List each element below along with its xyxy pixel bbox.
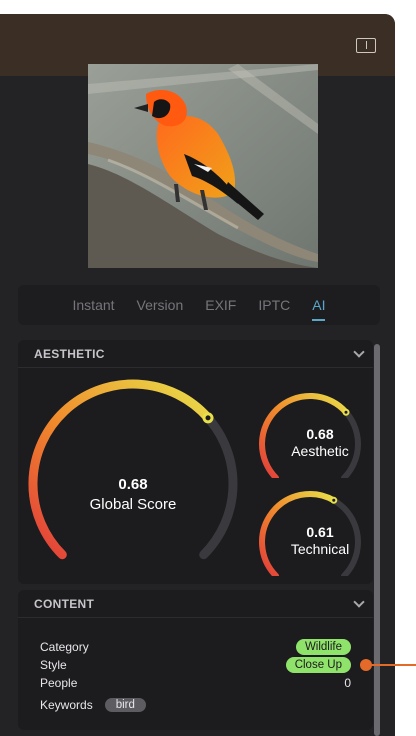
photo-preview xyxy=(88,64,318,268)
content-section: CONTENT Category Wildlife Style Close Up… xyxy=(18,590,373,730)
global-score-value: 0.68 xyxy=(118,476,147,493)
tab-exif[interactable]: EXIF xyxy=(205,297,236,313)
tab-version[interactable]: Version xyxy=(137,297,184,313)
aesthetic-label: Aesthetic xyxy=(291,443,349,459)
style-tag[interactable]: Close Up xyxy=(285,657,351,673)
style-row: Style Close Up xyxy=(40,656,351,674)
bird-photo-image xyxy=(88,64,318,268)
people-row: People 0 xyxy=(40,674,351,692)
people-label: People xyxy=(40,676,78,690)
keyword-pill[interactable]: bird xyxy=(104,698,146,712)
keywords-row: Keywords bird xyxy=(40,696,351,714)
aesthetic-gauge: 0.68 Aesthetic xyxy=(259,393,361,478)
tab-iptc[interactable]: IPTC xyxy=(258,297,290,313)
technical-knob xyxy=(330,496,338,504)
content-section-title: CONTENT xyxy=(34,596,95,611)
global-score-arc xyxy=(28,379,213,560)
aesthetic-section-header[interactable]: AESTHETIC xyxy=(18,340,373,368)
tab-instant[interactable]: Instant xyxy=(73,297,115,313)
style-label: Style xyxy=(40,658,67,672)
content-body: Category Wildlife Style Close Up People … xyxy=(18,618,373,714)
aesthetic-section: AESTHETIC 0.68 Global Score 0.68 Aesthet… xyxy=(18,340,373,584)
global-score-knob xyxy=(202,412,214,424)
technical-label: Technical xyxy=(291,541,349,557)
scrollbar[interactable] xyxy=(374,344,380,736)
tab-ai[interactable]: AI xyxy=(312,297,326,321)
aesthetic-section-title: AESTHETIC xyxy=(34,346,105,361)
technical-gauge: 0.61 Technical xyxy=(259,491,361,576)
category-tag[interactable]: Wildlife xyxy=(295,639,351,655)
global-score-label: Global Score xyxy=(90,496,177,513)
keywords-label: Keywords xyxy=(40,698,93,712)
chevron-down-icon[interactable] xyxy=(353,345,365,358)
callout-pointer-line xyxy=(371,664,416,666)
inspector-tabs: Instant Version EXIF IPTC AI xyxy=(18,285,380,325)
global-score-gauge: 0.68 Global Score xyxy=(28,379,238,560)
category-row: Category Wildlife xyxy=(40,638,351,656)
sidebar-toggle-icon[interactable] xyxy=(356,38,376,53)
content-section-header[interactable]: CONTENT xyxy=(18,590,373,618)
aesthetic-value: 0.68 xyxy=(306,426,333,442)
aesthetic-knob xyxy=(342,408,350,416)
chevron-down-icon[interactable] xyxy=(353,595,365,608)
category-label: Category xyxy=(40,640,89,654)
technical-value: 0.61 xyxy=(306,524,333,540)
people-count: 0 xyxy=(344,676,351,690)
